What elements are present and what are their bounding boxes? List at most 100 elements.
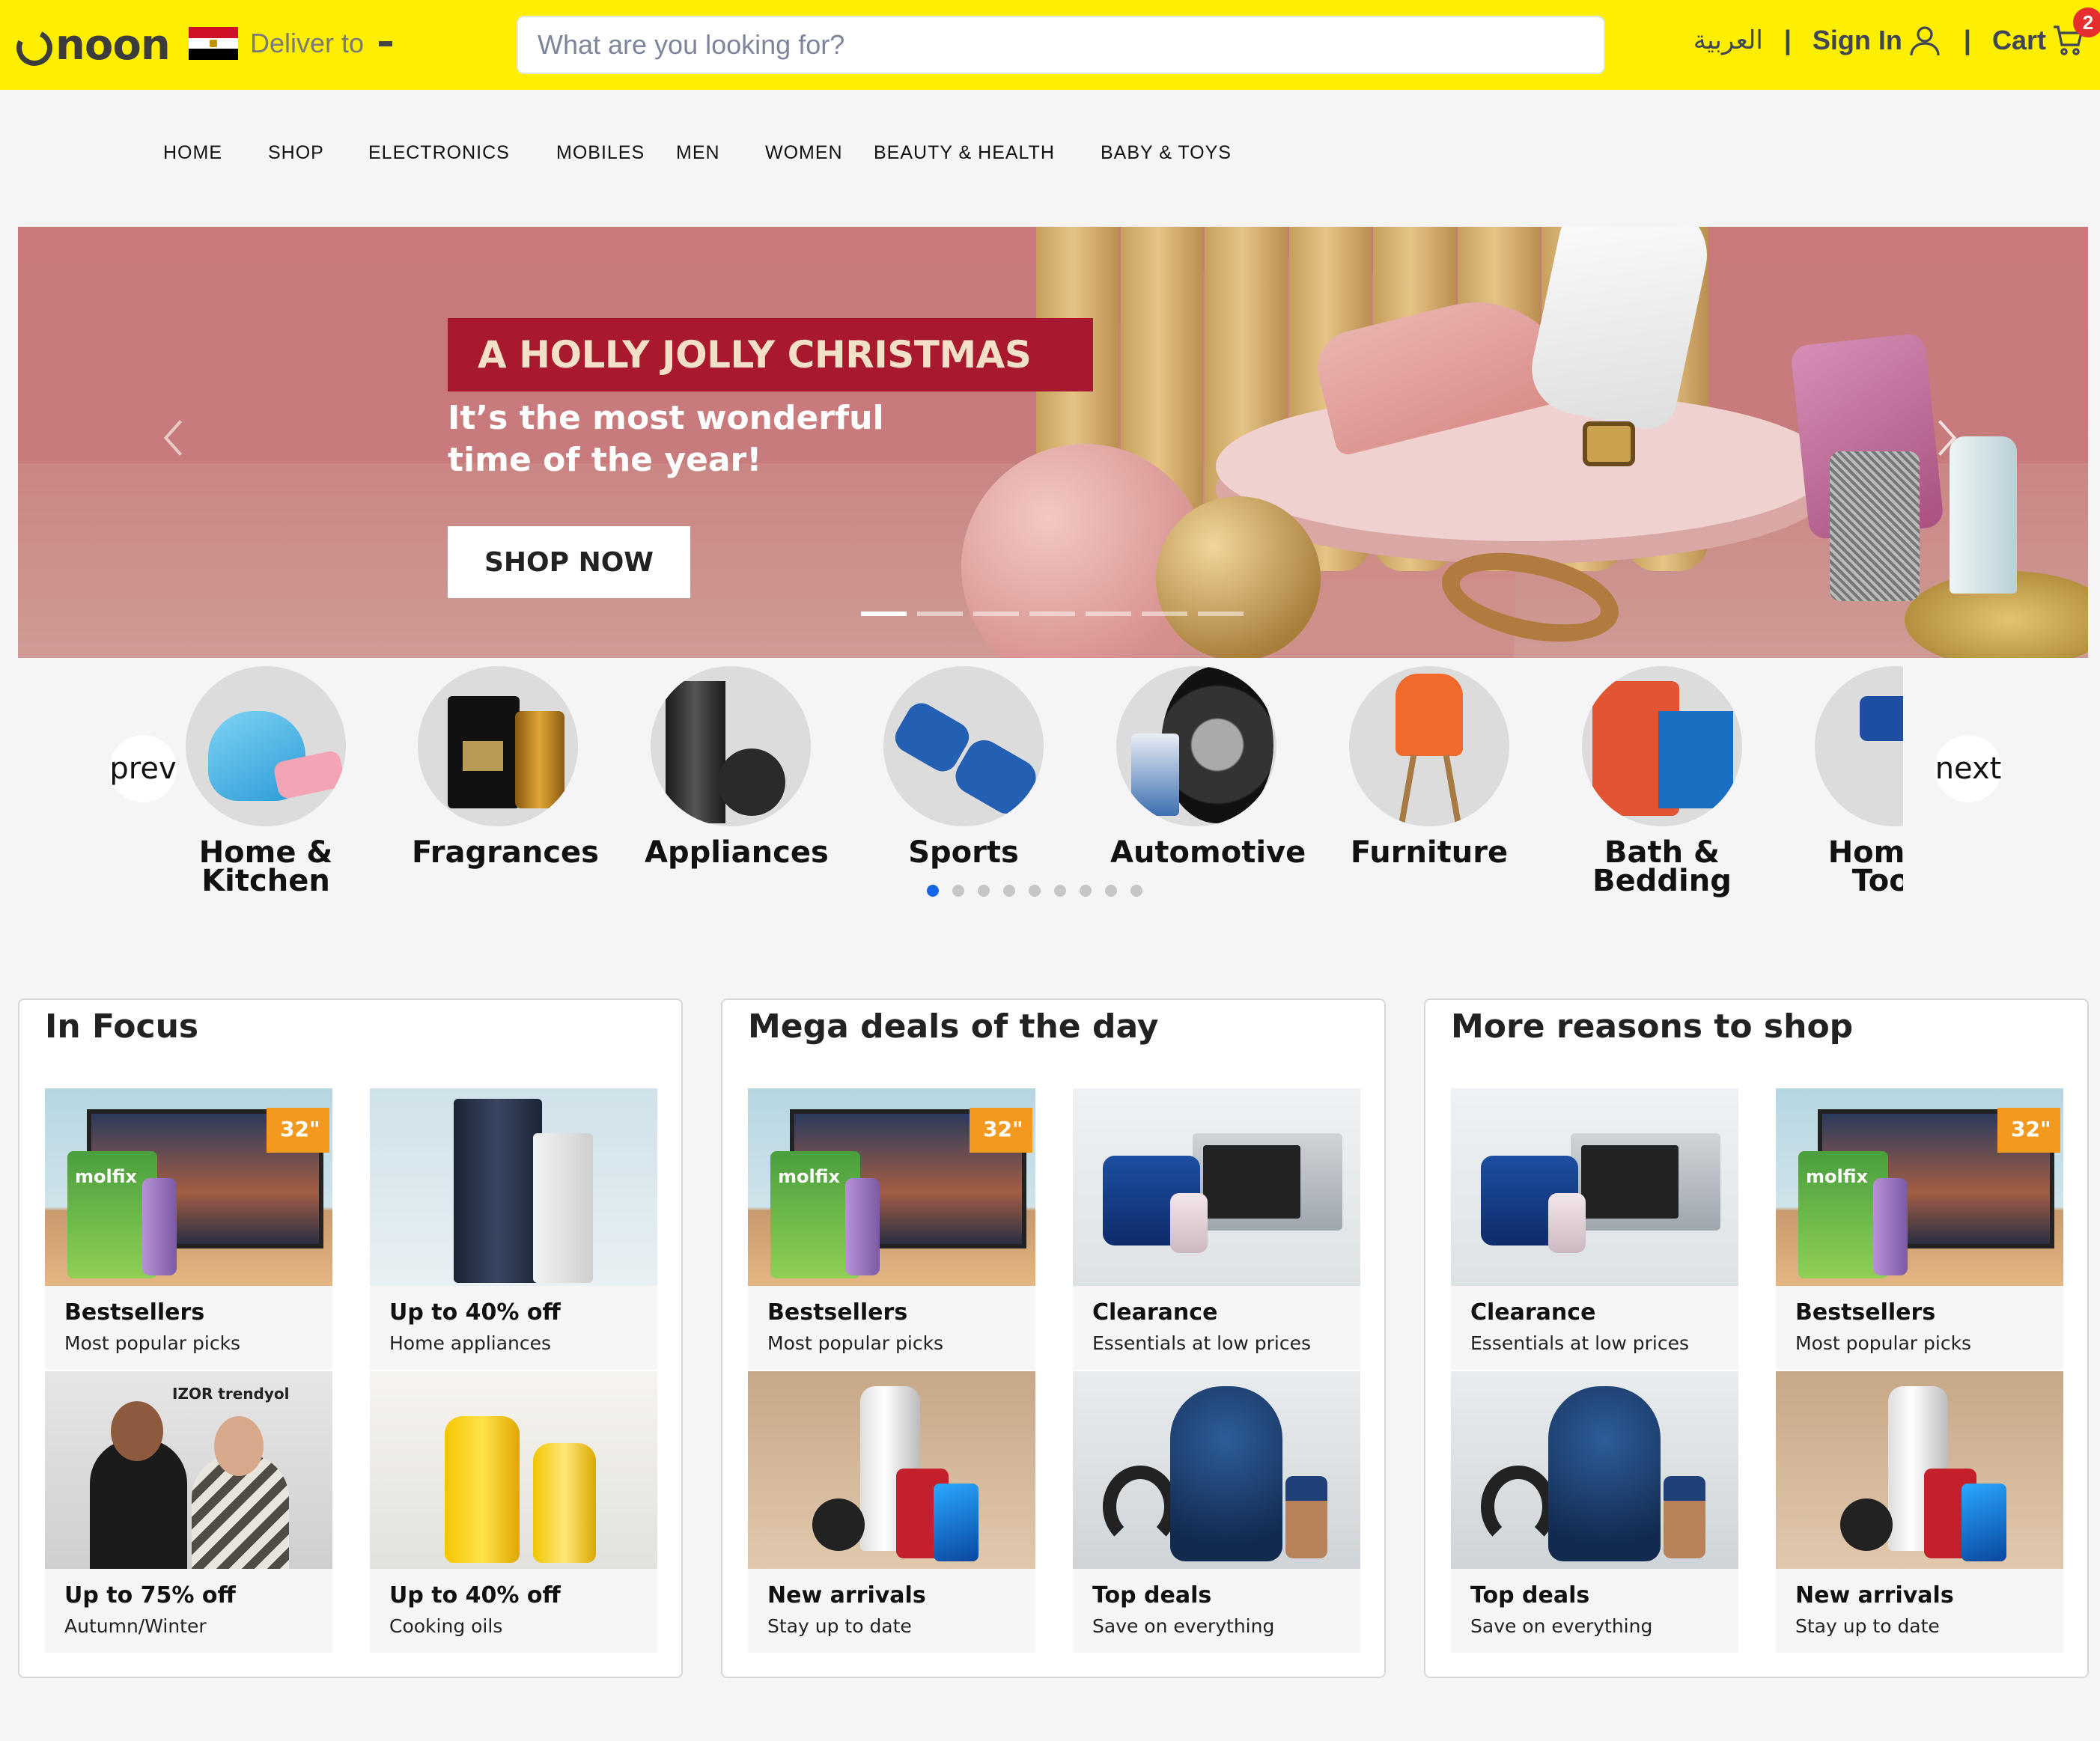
deal-card: More reasons to shop Clearance Essentials …: [1424, 998, 2089, 1678]
tile-title: Bestsellers: [64, 1299, 205, 1326]
category-image: [1349, 666, 1509, 826]
tile-title: Up to 40% off: [389, 1582, 561, 1609]
category-page-dot[interactable]: [1130, 885, 1142, 897]
nav-shop[interactable]: SHOP: [268, 142, 324, 164]
hero-slide-dot[interactable]: [1086, 612, 1131, 616]
sign-in-link[interactable]: Sign In: [1813, 25, 1902, 56]
category-page-dot[interactable]: [1054, 885, 1066, 897]
tile-title: Up to 40% off: [389, 1299, 561, 1326]
category-item[interactable]: Fragrances: [412, 666, 599, 870]
category-item[interactable]: Sports: [877, 666, 1050, 870]
cart-button[interactable]: Cart 2: [1991, 7, 2100, 58]
category-page-dot[interactable]: [978, 885, 990, 897]
nav-baby-toys[interactable]: BABY & TOYS: [1101, 142, 1232, 164]
new-arrivals-promo-image: [748, 1371, 1035, 1569]
category-item[interactable]: Home &Tools: [1809, 666, 1903, 898]
nav-beauty-health[interactable]: BEAUTY & HEALTH: [874, 142, 1055, 164]
category-page-dot[interactable]: [952, 885, 964, 897]
top-header: noon Deliver to العربية | Sign In | Cart…: [0, 0, 2100, 90]
hero-slide-dot[interactable]: [973, 612, 1019, 616]
nav-men[interactable]: MEN: [676, 142, 720, 164]
category-label-line1: Furniture: [1350, 835, 1509, 870]
deal-tile[interactable]: Up to 40% off Home appliances: [370, 1088, 657, 1370]
tile-title: Clearance: [1470, 1299, 1596, 1326]
hero-slide-dot[interactable]: [1142, 612, 1187, 616]
category-page-dot[interactable]: [1003, 885, 1015, 897]
hero-next-arrow-icon[interactable]: [1923, 415, 1967, 460]
hero-slide-dot[interactable]: [861, 612, 907, 616]
egypt-flag-icon: [189, 27, 238, 61]
cart-count-badge: 2: [2073, 7, 2100, 37]
category-item[interactable]: Bath & Bedding: [1576, 666, 1748, 896]
category-prev-button[interactable]: prev: [109, 735, 177, 802]
category-item[interactable]: Automotive: [1110, 666, 1306, 868]
tile-subtitle: Home appliances: [389, 1332, 552, 1354]
category-label: Bath & Bedding: [1576, 838, 1748, 896]
category-page-dot[interactable]: [1105, 885, 1117, 897]
nav-home[interactable]: HOME: [163, 142, 222, 164]
category-label: Home & Kitchen: [180, 838, 352, 898]
hero-banner[interactable]: A HOLLY JOLLY CHRISTMAS It’s the most wo…: [18, 227, 2088, 658]
user-icon[interactable]: [1907, 22, 1943, 58]
gold-ornament-image: [1156, 496, 1321, 658]
category-image: [1815, 666, 1903, 826]
category-label-line2: Tools: [1851, 864, 1903, 898]
hero-slide-dot[interactable]: [1198, 612, 1244, 616]
deal-tile[interactable]: 32" Bestsellers Most popular picks: [748, 1088, 1035, 1370]
nav-electronics[interactable]: ELECTRONICS: [368, 142, 510, 164]
card-title: Mega deals of the day: [748, 1007, 1159, 1046]
deal-tile[interactable]: Top deals Save on everything: [1073, 1371, 1360, 1653]
category-label: Automotive: [1110, 838, 1306, 868]
category-page-dot[interactable]: [927, 885, 939, 897]
clearance-promo-image: [1451, 1088, 1738, 1286]
category-page-dot[interactable]: [1080, 885, 1092, 897]
deal-tile[interactable]: Top deals Save on everything: [1451, 1371, 1738, 1653]
tile-title: Up to 75% off: [64, 1582, 236, 1609]
tile-subtitle: Save on everything: [1092, 1615, 1275, 1637]
category-item[interactable]: Furniture: [1343, 666, 1515, 870]
deal-tile[interactable]: Up to 40% off Cooking oils: [370, 1371, 657, 1653]
hero-slide-dot[interactable]: [917, 612, 963, 616]
logo-mark-icon: [11, 25, 58, 71]
category-label-line1: Sports: [908, 835, 1019, 870]
search-input[interactable]: [517, 16, 1605, 74]
nav-mobiles[interactable]: MOBILES: [556, 142, 645, 164]
category-item[interactable]: Appliances: [645, 666, 829, 868]
deal-tile[interactable]: 32" Bestsellers Most popular picks: [45, 1088, 332, 1370]
hero-slide-dot[interactable]: [1029, 612, 1075, 616]
glitter-case-image: [1830, 451, 1920, 601]
category-next-button[interactable]: next: [1935, 735, 2002, 802]
category-page-dot[interactable]: [1029, 885, 1041, 897]
tile-subtitle: Most popular picks: [767, 1332, 944, 1354]
promo-subtitle-line1: It’s the most wonderful: [448, 399, 884, 437]
promo-tag-text: A HOLLY JOLLY CHRISTMAS: [478, 333, 1032, 376]
tile-title: Top deals: [1470, 1582, 1590, 1609]
tile-subtitle: Cooking oils: [389, 1615, 503, 1637]
hero-prev-arrow-icon[interactable]: [153, 415, 198, 460]
deal-tile[interactable]: 32" Bestsellers Most popular picks: [1776, 1088, 2063, 1370]
category-item[interactable]: Home & Kitchen: [180, 666, 352, 898]
deal-card: Mega deals of the day 32" Bestsellers Most …: [721, 998, 1386, 1678]
deal-tile[interactable]: Clearance Essentials at low prices: [1451, 1088, 1738, 1370]
category-label-line1: Fragrances: [412, 835, 599, 870]
category-label: Appliances: [645, 838, 829, 868]
category-label: Fragrances: [412, 835, 599, 870]
deal-tile[interactable]: New arrivals Stay up to date: [748, 1371, 1035, 1653]
shop-now-button[interactable]: SHOP NOW: [448, 526, 690, 598]
noon-logo[interactable]: noon: [11, 21, 171, 71]
tile-subtitle: Essentials at low prices: [1470, 1332, 1690, 1354]
nav-women[interactable]: WOMEN: [765, 142, 843, 164]
fridge-promo-image: [370, 1088, 657, 1286]
card-title: More reasons to shop: [1451, 1007, 1854, 1046]
deliver-to[interactable]: Deliver to: [189, 27, 393, 61]
cart-label: Cart: [1991, 25, 2046, 55]
header-separator: |: [1963, 25, 1971, 55]
deal-tile[interactable]: Clearance Essentials at low prices: [1073, 1088, 1360, 1370]
location-dash-icon: [379, 40, 393, 46]
deal-tile[interactable]: IZOR trendyol Up to 75% off Autumn/Winter: [45, 1371, 332, 1653]
tile-title: Clearance: [1092, 1299, 1218, 1326]
language-toggle[interactable]: العربية: [1693, 25, 1763, 55]
category-label-line2: Kitchen: [201, 864, 330, 898]
header-separator: |: [1783, 25, 1792, 55]
deal-tile[interactable]: New arrivals Stay up to date: [1776, 1371, 2063, 1653]
